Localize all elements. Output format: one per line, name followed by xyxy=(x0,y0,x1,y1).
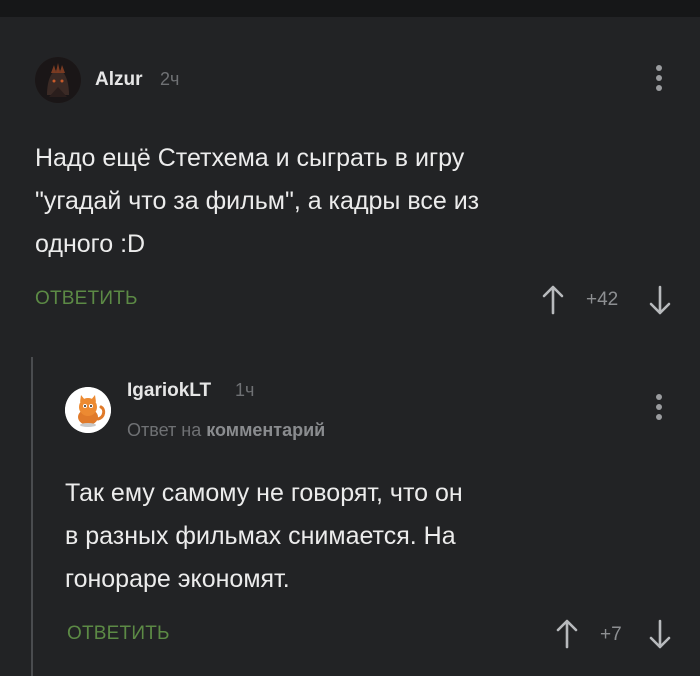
comment-time: 2ч xyxy=(160,69,180,89)
comment-author[interactable]: Alzur xyxy=(95,69,143,91)
comment-author[interactable]: IgariokLT xyxy=(127,380,211,402)
comment-text: Так ему самому не говорят, что он в разн… xyxy=(65,479,463,593)
upvote-arrow-icon[interactable] xyxy=(541,284,565,316)
comment-text: Надо ещё Стетхема и сыграть в игру "угад… xyxy=(35,144,480,258)
reply-to-prefix: Ответ на xyxy=(127,420,202,440)
comment-score: +7 xyxy=(600,624,622,645)
reply-button[interactable]: ОТВЕТИТЬ xyxy=(35,288,138,310)
downvote-arrow-icon[interactable] xyxy=(648,284,672,316)
avatar[interactable] xyxy=(65,387,111,433)
more-options-icon[interactable] xyxy=(656,394,662,424)
more-options-icon[interactable] xyxy=(656,65,662,95)
cat-avatar-icon xyxy=(65,387,111,433)
comment: Alzur 2ч Надо ещё Стетхема и сыграть в и… xyxy=(0,17,700,337)
comment-score: +42 xyxy=(586,289,619,310)
reply-to-label: Ответ на комментарий xyxy=(127,420,325,441)
reply-to-link[interactable]: комментарий xyxy=(206,420,325,440)
upvote-arrow-icon[interactable] xyxy=(555,618,579,650)
avatar[interactable] xyxy=(35,57,81,103)
comment-time: 1ч xyxy=(235,380,255,400)
avatar-image-icon xyxy=(35,57,81,103)
downvote-arrow-icon[interactable] xyxy=(648,618,672,650)
thread-line[interactable] xyxy=(31,357,33,676)
reply-button[interactable]: ОТВЕТИТЬ xyxy=(67,623,170,645)
top-bar xyxy=(0,0,700,17)
reply-comment: IgariokLT 1ч Ответ на комментарий Так ем… xyxy=(0,337,700,676)
